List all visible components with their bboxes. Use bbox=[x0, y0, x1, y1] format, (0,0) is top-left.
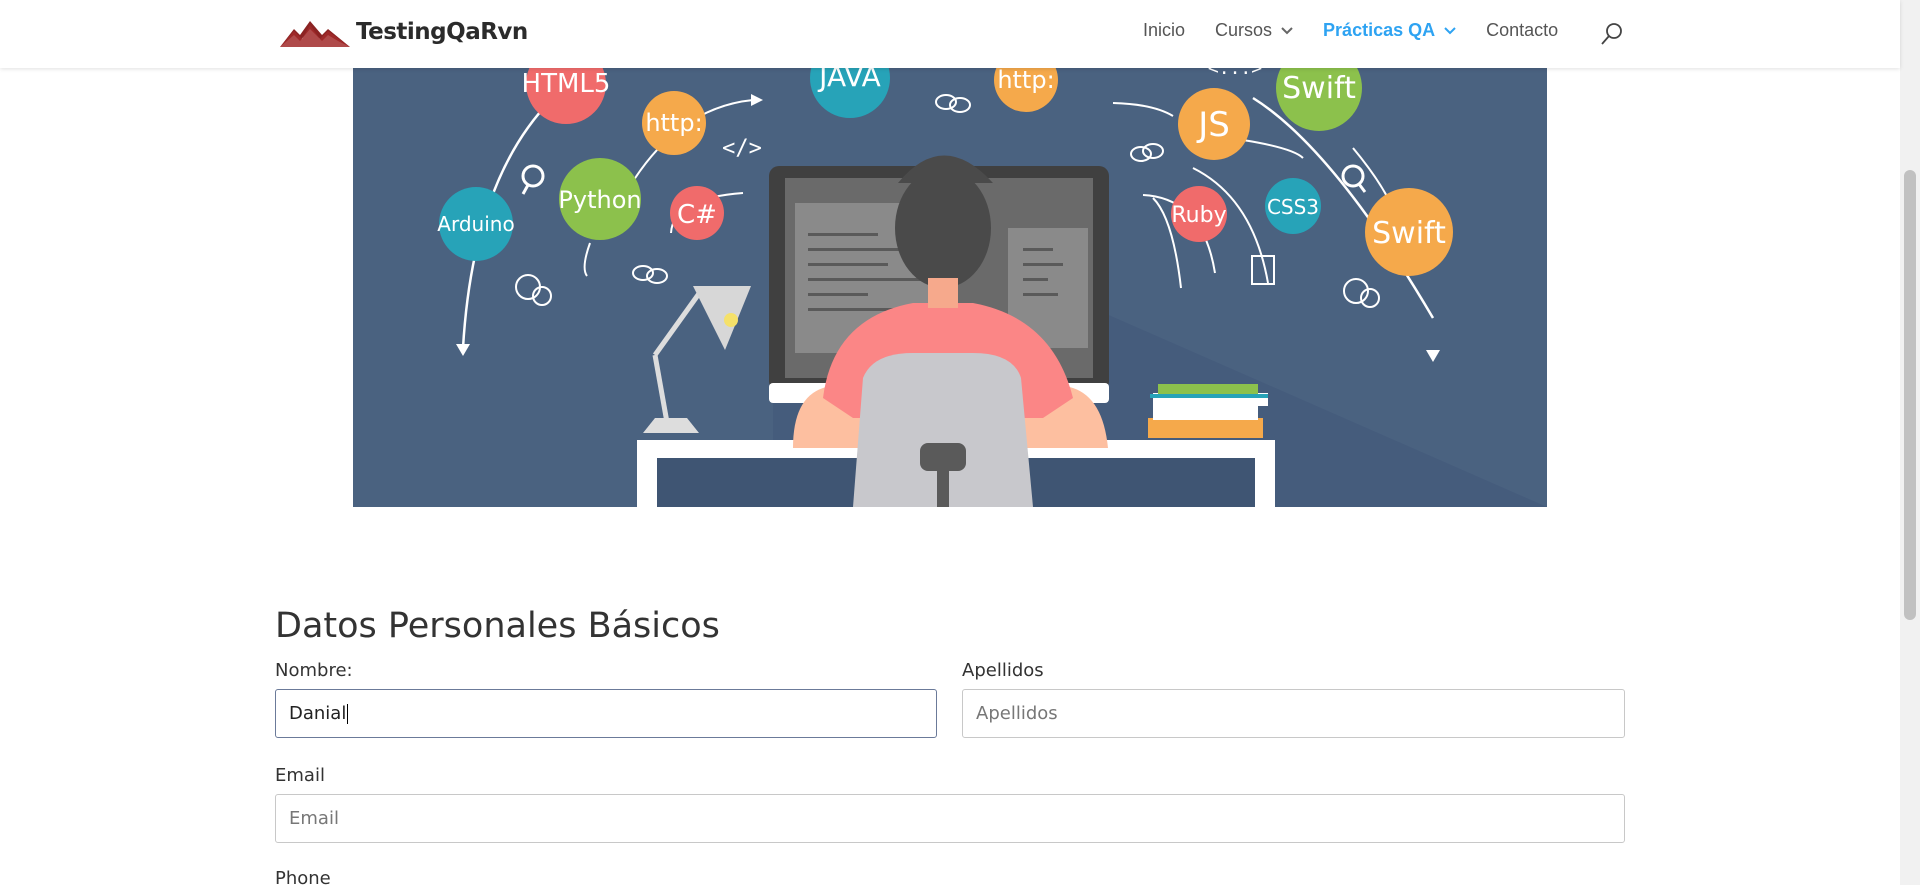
hero-image: HTML5 JAVA http: http: Swift JS Python C… bbox=[353, 68, 1547, 507]
developer-illustration: HTML5 JAVA http: http: Swift JS Python C… bbox=[353, 68, 1547, 507]
nombre-label: Nombre: bbox=[275, 660, 353, 681]
badge-text: Arduino bbox=[437, 212, 514, 236]
mountain-logo-icon bbox=[280, 21, 350, 47]
nombre-input[interactable]: Danial bbox=[275, 689, 937, 738]
badge-text: CSS3 bbox=[1267, 195, 1319, 219]
nav-item-contacto[interactable]: Contacto bbox=[1486, 20, 1558, 41]
apellidos-input[interactable]: Apellidos bbox=[962, 689, 1625, 738]
css3-badge: CSS3 bbox=[1265, 178, 1321, 234]
badge-text: JAVA bbox=[817, 68, 881, 93]
badge-text: http: bbox=[645, 109, 702, 137]
nav-label: Contacto bbox=[1486, 20, 1559, 40]
code-tag-text: <...> bbox=[1208, 68, 1262, 79]
code-tag-text: </> bbox=[722, 136, 762, 161]
page-scrollbar[interactable] bbox=[1900, 0, 1920, 885]
nav-label: Inicio bbox=[1143, 20, 1186, 40]
books-stack bbox=[1148, 384, 1268, 438]
email-label: Email bbox=[275, 765, 325, 786]
badge-text: C# bbox=[677, 200, 717, 230]
nav-label: Prácticas QA bbox=[1323, 20, 1436, 40]
python-badge: Python bbox=[558, 158, 642, 240]
badge-text: HTML5 bbox=[522, 69, 611, 99]
apellidos-placeholder: Apellidos bbox=[976, 703, 1058, 724]
chair bbox=[853, 353, 1033, 507]
apellidos-label: Apellidos bbox=[962, 660, 1044, 681]
badge-text: JS bbox=[1196, 105, 1230, 145]
nav-item-cursos[interactable]: Cursos bbox=[1215, 20, 1293, 41]
phone-label: Phone bbox=[275, 868, 331, 885]
chevron-down-icon bbox=[1444, 26, 1456, 34]
http-badge-left: http: bbox=[642, 91, 706, 155]
search-icon[interactable] bbox=[1600, 22, 1624, 46]
csharp-badge: C# bbox=[670, 186, 724, 240]
nav-item-practicas-qa[interactable]: Prácticas QA bbox=[1323, 20, 1456, 41]
form-title: Datos Personales Básicos bbox=[275, 606, 720, 646]
badge-text: Swift bbox=[1282, 71, 1356, 106]
scrollbar-thumb[interactable] bbox=[1904, 170, 1916, 620]
site-header: TestingQaRvn Inicio Cursos Prácticas QA … bbox=[0, 0, 1900, 68]
email-placeholder: Email bbox=[289, 808, 339, 829]
badge-text: Swift bbox=[1372, 216, 1446, 251]
text-caret bbox=[347, 703, 349, 724]
ruby-badge: Ruby bbox=[1171, 186, 1227, 242]
site-logo[interactable]: TestingQaRvn bbox=[280, 17, 528, 47]
chevron-down-icon bbox=[1281, 26, 1293, 34]
nav-label: Cursos bbox=[1215, 20, 1273, 40]
badge-text: Python bbox=[558, 186, 641, 214]
badge-text: http: bbox=[997, 68, 1054, 94]
swift-badge-right: Swift bbox=[1365, 188, 1453, 276]
main-nav: Inicio Cursos Prácticas QA Contacto bbox=[1143, 20, 1588, 41]
badge-text: Ruby bbox=[1171, 203, 1226, 228]
email-input[interactable]: Email bbox=[275, 794, 1625, 843]
js-badge: JS bbox=[1178, 88, 1250, 160]
nombre-value: Danial bbox=[289, 703, 347, 724]
nav-item-inicio[interactable]: Inicio bbox=[1143, 20, 1185, 41]
logo-text: TestingQaRvn bbox=[356, 19, 528, 45]
